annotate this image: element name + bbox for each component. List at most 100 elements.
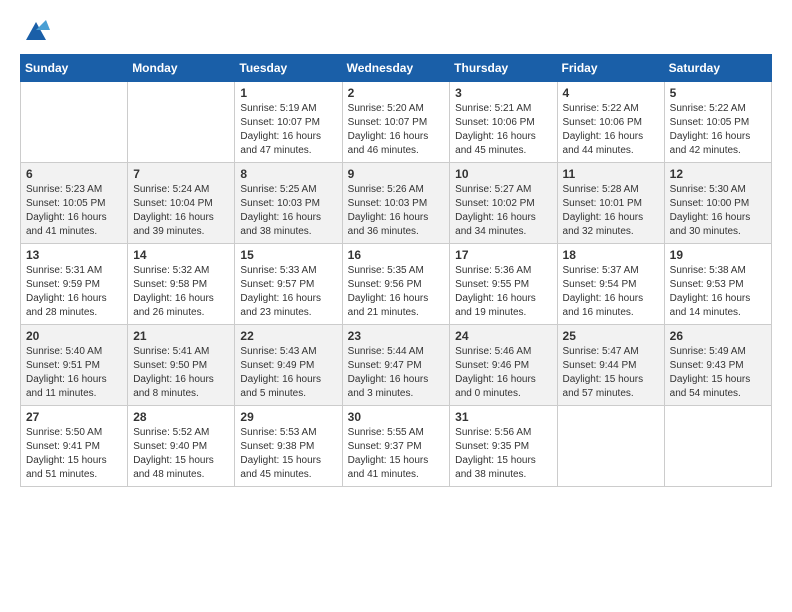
day-number: 8 bbox=[240, 167, 336, 181]
day-info: Sunrise: 5:21 AM Sunset: 10:06 PM Daylig… bbox=[455, 102, 551, 158]
day-info: Sunrise: 5:30 AM Sunset: 10:00 PM Daylig… bbox=[670, 183, 766, 239]
day-number: 3 bbox=[455, 86, 551, 100]
day-info: Sunrise: 5:40 AM Sunset: 9:51 PM Dayligh… bbox=[26, 345, 122, 401]
calendar-cell: 22 Sunrise: 5:43 AM Sunset: 9:49 PM Dayli… bbox=[235, 325, 342, 406]
weekday-header: Wednesday bbox=[342, 55, 450, 82]
day-number: 27 bbox=[26, 410, 122, 424]
calendar-week-row: 13 Sunrise: 5:31 AM Sunset: 9:59 PM Dayli… bbox=[21, 244, 772, 325]
day-number: 5 bbox=[670, 86, 766, 100]
calendar-cell: 25 Sunrise: 5:47 AM Sunset: 9:44 PM Dayli… bbox=[557, 325, 664, 406]
calendar-cell bbox=[557, 406, 664, 487]
day-number: 31 bbox=[455, 410, 551, 424]
day-number: 9 bbox=[348, 167, 445, 181]
day-number: 16 bbox=[348, 248, 445, 262]
weekday-header: Sunday bbox=[21, 55, 128, 82]
calendar-cell: 13 Sunrise: 5:31 AM Sunset: 9:59 PM Dayli… bbox=[21, 244, 128, 325]
day-number: 22 bbox=[240, 329, 336, 343]
day-info: Sunrise: 5:26 AM Sunset: 10:03 PM Daylig… bbox=[348, 183, 445, 239]
calendar-cell: 24 Sunrise: 5:46 AM Sunset: 9:46 PM Dayli… bbox=[450, 325, 557, 406]
calendar-cell: 30 Sunrise: 5:55 AM Sunset: 9:37 PM Dayli… bbox=[342, 406, 450, 487]
day-number: 29 bbox=[240, 410, 336, 424]
calendar-cell: 21Sunrise: 5:41 AM Sunset: 9:50 PM Dayli… bbox=[128, 325, 235, 406]
header bbox=[20, 16, 772, 44]
day-info: Sunrise: 5:38 AM Sunset: 9:53 PM Dayligh… bbox=[670, 264, 766, 320]
weekday-header: Tuesday bbox=[235, 55, 342, 82]
calendar-cell: 11 Sunrise: 5:28 AM Sunset: 10:01 PM Dayl… bbox=[557, 163, 664, 244]
day-number: 7 bbox=[133, 167, 229, 181]
calendar-cell: 18 Sunrise: 5:37 AM Sunset: 9:54 PM Dayli… bbox=[557, 244, 664, 325]
day-info: Sunrise: 5:31 AM Sunset: 9:59 PM Dayligh… bbox=[26, 264, 122, 320]
day-number: 1 bbox=[240, 86, 336, 100]
day-number: 13 bbox=[26, 248, 122, 262]
calendar-cell: 8 Sunrise: 5:25 AM Sunset: 10:03 PM Dayli… bbox=[235, 163, 342, 244]
day-number: 23 bbox=[348, 329, 445, 343]
calendar-cell: 6 Sunrise: 5:23 AM Sunset: 10:05 PM Dayli… bbox=[21, 163, 128, 244]
calendar-week-row: 1 Sunrise: 5:19 AM Sunset: 10:07 PM Dayli… bbox=[21, 82, 772, 163]
day-number: 20 bbox=[26, 329, 122, 343]
day-number: 17 bbox=[455, 248, 551, 262]
calendar-cell: 20 Sunrise: 5:40 AM Sunset: 9:51 PM Dayli… bbox=[21, 325, 128, 406]
day-number: 6 bbox=[26, 167, 122, 181]
calendar-cell: 29 Sunrise: 5:53 AM Sunset: 9:38 PM Dayli… bbox=[235, 406, 342, 487]
calendar-cell: 31Sunrise: 5:56 AM Sunset: 9:35 PM Dayli… bbox=[450, 406, 557, 487]
day-info: Sunrise: 5:46 AM Sunset: 9:46 PM Dayligh… bbox=[455, 345, 551, 401]
calendar-cell: 3 Sunrise: 5:21 AM Sunset: 10:06 PM Dayli… bbox=[450, 82, 557, 163]
weekday-header: Thursday bbox=[450, 55, 557, 82]
calendar-week-row: 20 Sunrise: 5:40 AM Sunset: 9:51 PM Dayli… bbox=[21, 325, 772, 406]
weekday-header-row: SundayMondayTuesdayWednesdayThursdayFrid… bbox=[21, 55, 772, 82]
day-number: 26 bbox=[670, 329, 766, 343]
calendar-cell bbox=[21, 82, 128, 163]
calendar-week-row: 6 Sunrise: 5:23 AM Sunset: 10:05 PM Dayli… bbox=[21, 163, 772, 244]
day-info: Sunrise: 5:19 AM Sunset: 10:07 PM Daylig… bbox=[240, 102, 336, 158]
day-info: Sunrise: 5:32 AM Sunset: 9:58 PM Dayligh… bbox=[133, 264, 229, 320]
weekday-header: Saturday bbox=[664, 55, 771, 82]
day-number: 25 bbox=[563, 329, 659, 343]
day-number: 24 bbox=[455, 329, 551, 343]
calendar-cell: 23Sunrise: 5:44 AM Sunset: 9:47 PM Dayli… bbox=[342, 325, 450, 406]
day-number: 30 bbox=[348, 410, 445, 424]
calendar-cell: 2Sunrise: 5:20 AM Sunset: 10:07 PM Dayli… bbox=[342, 82, 450, 163]
weekday-header: Friday bbox=[557, 55, 664, 82]
day-info: Sunrise: 5:37 AM Sunset: 9:54 PM Dayligh… bbox=[563, 264, 659, 320]
calendar-cell: 27 Sunrise: 5:50 AM Sunset: 9:41 PM Dayli… bbox=[21, 406, 128, 487]
day-info: Sunrise: 5:49 AM Sunset: 9:43 PM Dayligh… bbox=[670, 345, 766, 401]
calendar-cell: 26 Sunrise: 5:49 AM Sunset: 9:43 PM Dayli… bbox=[664, 325, 771, 406]
weekday-header: Monday bbox=[128, 55, 235, 82]
day-info: Sunrise: 5:41 AM Sunset: 9:50 PM Dayligh… bbox=[133, 345, 229, 401]
calendar-cell: 7 Sunrise: 5:24 AM Sunset: 10:04 PM Dayli… bbox=[128, 163, 235, 244]
calendar-cell: 14Sunrise: 5:32 AM Sunset: 9:58 PM Dayli… bbox=[128, 244, 235, 325]
calendar-cell: 1 Sunrise: 5:19 AM Sunset: 10:07 PM Dayli… bbox=[235, 82, 342, 163]
day-info: Sunrise: 5:28 AM Sunset: 10:01 PM Daylig… bbox=[563, 183, 659, 239]
calendar-cell: 10 Sunrise: 5:27 AM Sunset: 10:02 PM Dayl… bbox=[450, 163, 557, 244]
day-info: Sunrise: 5:43 AM Sunset: 9:49 PM Dayligh… bbox=[240, 345, 336, 401]
day-number: 19 bbox=[670, 248, 766, 262]
day-info: Sunrise: 5:23 AM Sunset: 10:05 PM Daylig… bbox=[26, 183, 122, 239]
calendar-cell: 15 Sunrise: 5:33 AM Sunset: 9:57 PM Dayli… bbox=[235, 244, 342, 325]
day-info: Sunrise: 5:24 AM Sunset: 10:04 PM Daylig… bbox=[133, 183, 229, 239]
day-number: 10 bbox=[455, 167, 551, 181]
day-number: 15 bbox=[240, 248, 336, 262]
calendar-cell: 19 Sunrise: 5:38 AM Sunset: 9:53 PM Dayli… bbox=[664, 244, 771, 325]
day-info: Sunrise: 5:20 AM Sunset: 10:07 PM Daylig… bbox=[348, 102, 445, 158]
calendar-cell: 12 Sunrise: 5:30 AM Sunset: 10:00 PM Dayl… bbox=[664, 163, 771, 244]
day-number: 12 bbox=[670, 167, 766, 181]
day-info: Sunrise: 5:47 AM Sunset: 9:44 PM Dayligh… bbox=[563, 345, 659, 401]
day-info: Sunrise: 5:36 AM Sunset: 9:55 PM Dayligh… bbox=[455, 264, 551, 320]
day-info: Sunrise: 5:35 AM Sunset: 9:56 PM Dayligh… bbox=[348, 264, 445, 320]
day-info: Sunrise: 5:27 AM Sunset: 10:02 PM Daylig… bbox=[455, 183, 551, 239]
calendar-table: SundayMondayTuesdayWednesdayThursdayFrid… bbox=[20, 54, 772, 487]
day-info: Sunrise: 5:25 AM Sunset: 10:03 PM Daylig… bbox=[240, 183, 336, 239]
calendar-cell: 28Sunrise: 5:52 AM Sunset: 9:40 PM Dayli… bbox=[128, 406, 235, 487]
day-info: Sunrise: 5:33 AM Sunset: 9:57 PM Dayligh… bbox=[240, 264, 336, 320]
page: SundayMondayTuesdayWednesdayThursdayFrid… bbox=[0, 0, 792, 503]
day-info: Sunrise: 5:53 AM Sunset: 9:38 PM Dayligh… bbox=[240, 426, 336, 482]
day-info: Sunrise: 5:55 AM Sunset: 9:37 PM Dayligh… bbox=[348, 426, 445, 482]
logo bbox=[20, 16, 50, 44]
day-number: 18 bbox=[563, 248, 659, 262]
calendar-cell: 17 Sunrise: 5:36 AM Sunset: 9:55 PM Dayli… bbox=[450, 244, 557, 325]
logo-icon bbox=[22, 16, 50, 44]
day-number: 11 bbox=[563, 167, 659, 181]
day-info: Sunrise: 5:22 AM Sunset: 10:06 PM Daylig… bbox=[563, 102, 659, 158]
day-number: 4 bbox=[563, 86, 659, 100]
day-info: Sunrise: 5:50 AM Sunset: 9:41 PM Dayligh… bbox=[26, 426, 122, 482]
